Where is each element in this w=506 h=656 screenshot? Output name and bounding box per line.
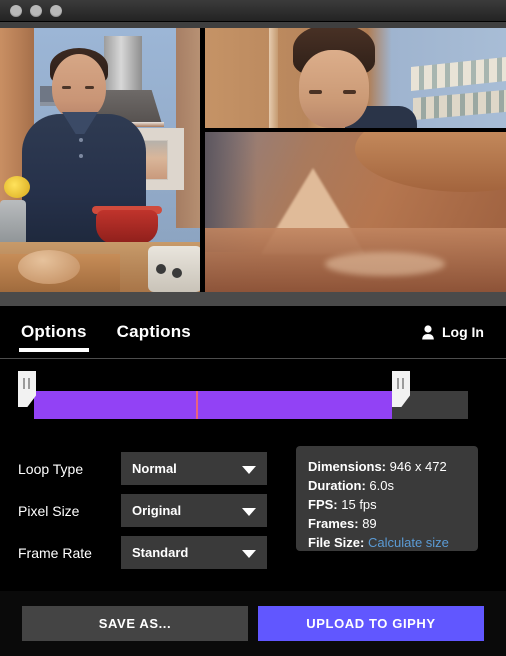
preview-bottom-bar xyxy=(0,292,506,306)
tab-options[interactable]: Options xyxy=(19,322,89,352)
close-button-icon[interactable] xyxy=(10,4,22,17)
control-row-pixel-size: Pixel Size Original xyxy=(18,494,276,527)
grip-line xyxy=(397,378,399,389)
info-duration-key: Duration: xyxy=(308,478,366,493)
zoom-video-frame-top[interactable] xyxy=(205,28,506,128)
frame-rate-value: Standard xyxy=(132,545,189,560)
loop-type-value: Normal xyxy=(132,461,177,476)
timeline-playhead[interactable] xyxy=(196,391,198,419)
timeline-area[interactable] xyxy=(0,359,506,431)
control-row-loop-type: Loop Type Normal xyxy=(18,452,276,485)
polo-button-bottom xyxy=(79,154,83,158)
options-panel: Loop Type Normal Pixel Size Original Fra… xyxy=(0,431,506,591)
zoom-button-icon[interactable] xyxy=(50,4,62,17)
main-video-frame[interactable] xyxy=(0,28,200,292)
tab-captions[interactable]: Captions xyxy=(115,322,193,352)
media-info-panel: Dimensions: 946 x 472 Duration: 6.0s FPS… xyxy=(296,446,478,551)
loop-type-select[interactable]: Normal xyxy=(121,452,267,485)
info-fps-key: FPS: xyxy=(308,497,338,512)
yellow-flower xyxy=(4,176,30,198)
red-pot xyxy=(96,210,158,244)
footer-actions: SAVE AS... UPLOAD TO GIPHY xyxy=(0,591,506,656)
grip-line xyxy=(402,378,404,389)
info-dimensions: Dimensions: 946 x 472 xyxy=(308,457,478,476)
controls-group: Loop Type Normal Pixel Size Original Fra… xyxy=(18,452,276,578)
grip-line xyxy=(28,378,30,389)
person-eye-right xyxy=(85,86,94,89)
door-jamb xyxy=(269,28,278,128)
login-label: Log In xyxy=(442,324,484,340)
control-row-frame-rate: Frame Rate Standard xyxy=(18,536,276,569)
window-titlebar xyxy=(0,0,506,22)
dough-ball xyxy=(18,250,80,284)
info-frames: Frames: 89 xyxy=(308,514,478,533)
info-fps: FPS: 15 fps xyxy=(308,495,478,514)
frame-rate-label: Frame Rate xyxy=(18,544,92,561)
pixel-size-label: Pixel Size xyxy=(18,502,80,519)
dough-highlight xyxy=(325,252,445,276)
timeline-selection[interactable] xyxy=(34,391,392,419)
zoom-video-frame-bottom[interactable] xyxy=(205,132,506,292)
zoom-frames-column xyxy=(205,28,506,292)
frame-rate-select[interactable]: Standard xyxy=(121,536,267,569)
person-eye-left xyxy=(62,86,71,89)
grip-line xyxy=(23,378,25,389)
upload-to-giphy-button[interactable]: UPLOAD TO GIPHY xyxy=(258,606,484,641)
minimize-button-icon[interactable] xyxy=(30,4,42,17)
info-filesize: File Size: Calculate size xyxy=(308,533,478,552)
info-frames-value: 89 xyxy=(362,516,377,531)
calculate-size-link[interactable]: Calculate size xyxy=(368,535,449,550)
info-duration-value: 6.0s xyxy=(369,478,394,493)
login-button[interactable]: Log In xyxy=(421,324,484,340)
towel-dot-one xyxy=(156,264,166,274)
video-preview-area[interactable] xyxy=(0,28,506,292)
range-hood-duct xyxy=(104,36,142,94)
jar xyxy=(0,200,26,246)
pixel-size-select[interactable]: Original xyxy=(121,494,267,527)
polo-button-top xyxy=(79,138,83,142)
person-eye-left-closeup xyxy=(309,90,322,94)
save-as-button[interactable]: SAVE AS... xyxy=(22,606,248,641)
info-duration: Duration: 6.0s xyxy=(308,476,478,495)
tab-bar: Options Captions Log In xyxy=(0,306,506,359)
info-dimensions-value: 946 x 472 xyxy=(389,459,447,474)
info-fps-value: 15 fps xyxy=(341,497,377,512)
person-eye-right-closeup xyxy=(343,90,356,94)
person-icon xyxy=(422,324,434,339)
towel-dot-two xyxy=(172,268,182,278)
chevron-down-icon xyxy=(242,550,256,558)
person-head xyxy=(52,54,106,120)
chevron-down-icon xyxy=(242,508,256,516)
pixel-size-value: Original xyxy=(132,503,182,518)
info-filesize-key: File Size: xyxy=(308,535,365,550)
info-frames-key: Frames: xyxy=(308,516,359,531)
loop-type-label: Loop Type xyxy=(18,460,84,477)
gif-maker-window: Options Captions Log In Loop Type Normal… xyxy=(0,0,506,656)
person-face-closeup xyxy=(299,50,369,128)
info-dimensions-key: Dimensions: xyxy=(308,459,387,474)
chevron-down-icon xyxy=(242,466,256,474)
